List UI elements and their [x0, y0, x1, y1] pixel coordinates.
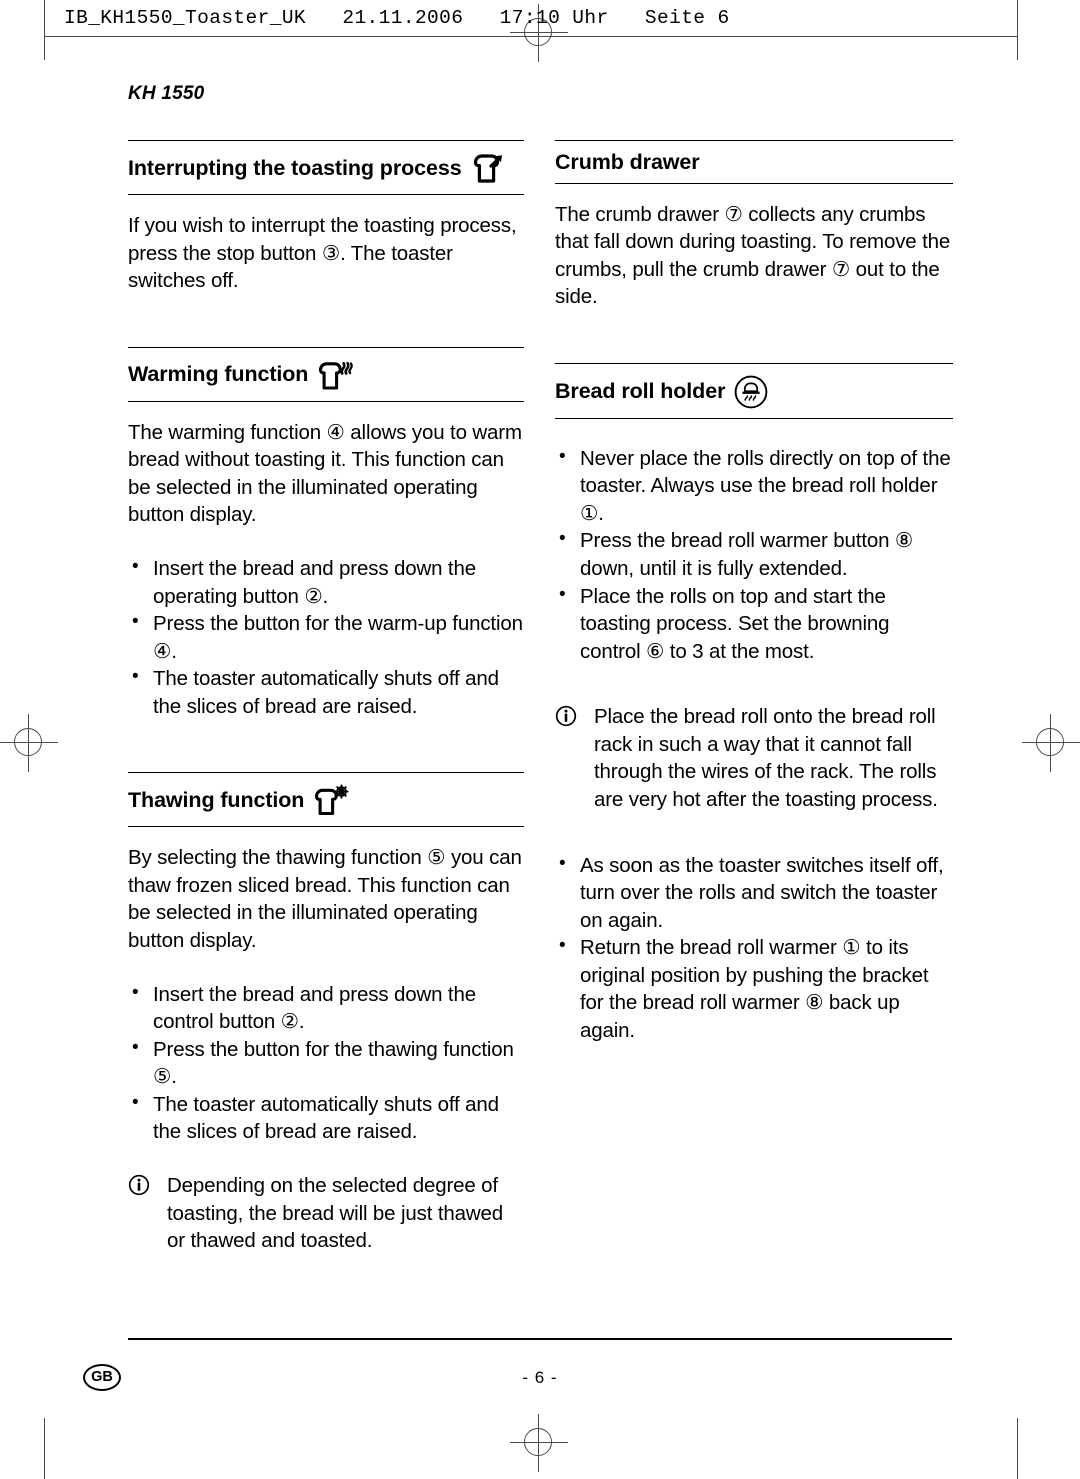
language-badge: GB: [83, 1363, 121, 1391]
left-column: Interrupting the toasting process If you…: [128, 140, 524, 1255]
section-heading-label: Interrupting the toasting process: [128, 155, 462, 180]
bullet-list: Insert the bread and press down the cont…: [128, 980, 524, 1146]
bread-roll-warmer-icon: [734, 375, 768, 409]
page-sheet: KH 1550 Interrupting the toasting proces…: [0, 0, 1080, 1479]
bullet-list-after-note: As soon as the toaster switches itself o…: [555, 851, 953, 1045]
info-icon: [128, 1174, 150, 1196]
section-heading-label: Crumb drawer: [555, 150, 700, 174]
list-item: Insert the bread and press down the oper…: [128, 554, 524, 610]
list-item: The toaster automatically shuts off and …: [128, 1090, 524, 1146]
model-number: KH 1550: [128, 83, 205, 104]
section-heading: Interrupting the toasting process: [128, 140, 524, 195]
section-heading-label: Warming function: [128, 362, 309, 387]
section-crumb-drawer: Crumb drawer The crumb drawer ⑦ collects…: [555, 140, 953, 311]
bullet-list: Insert the bread and press down the oper…: [128, 554, 524, 720]
info-icon: [555, 705, 577, 727]
list-item: The toaster automatically shuts off and …: [128, 664, 524, 720]
list-item: Place the rolls on top and start the toa…: [555, 582, 953, 666]
footer-row: GB - 6 -: [83, 1340, 952, 1394]
section-bread-roll-holder: Bread roll holder Never p: [555, 362, 953, 1045]
info-note-text: Depending on the selected degree of toas…: [167, 1173, 504, 1253]
section-heading: Bread roll holder: [555, 362, 953, 419]
section-paragraph: The warming function ④ allows you to war…: [128, 420, 522, 527]
info-note-text: Place the bread roll onto the bread roll…: [594, 705, 938, 811]
list-item: Return the bread roll warmer ① to its or…: [555, 933, 953, 1044]
right-column: Crumb drawer The crumb drawer ⑦ collects…: [555, 140, 953, 1255]
section-paragraph: The crumb drawer ⑦ collects any crumbs t…: [555, 202, 951, 309]
list-item: Never place the rolls directly on top of…: [555, 444, 953, 528]
list-item: Insert the bread and press down the cont…: [128, 980, 524, 1036]
list-item: Press the button for the thawing functio…: [128, 1035, 524, 1091]
info-note: Place the bread roll onto the bread roll…: [555, 703, 953, 813]
list-item: As soon as the toaster switches itself o…: [555, 851, 953, 935]
section-heading: Thawing function: [128, 772, 524, 828]
page-number: - 6 -: [522, 1367, 558, 1387]
bread-slice-eject-icon: [471, 152, 505, 185]
section-paragraph: If you wish to interrupt the toasting pr…: [128, 214, 517, 293]
list-item: Press the bread roll warmer button ⑧ dow…: [555, 526, 953, 582]
bullet-list: Never place the rolls directly on top of…: [555, 444, 953, 666]
info-note: Depending on the selected degree of toas…: [128, 1172, 524, 1255]
section-heading-label: Thawing function: [128, 788, 305, 813]
section-paragraph: By selecting the thawing function ⑤ you …: [128, 846, 522, 952]
two-column-body: Interrupting the toasting process If you…: [0, 140, 1080, 1255]
section-interrupting-the-toasting-process: Interrupting the toasting process If you…: [128, 140, 524, 295]
section-thawing-function: Thawing function By selecting the thawin…: [128, 772, 524, 1254]
section-heading: Warming function: [128, 346, 524, 402]
page-footer: GB - 6 -: [83, 1338, 952, 1394]
bread-slice-snowflake-icon: [313, 784, 349, 817]
section-warming-function: Warming function The warming function ④ …: [128, 346, 524, 721]
section-heading-label: Bread roll holder: [555, 379, 726, 403]
bread-slice-heat-icon: [317, 359, 354, 392]
list-item: Press the button for the warm-up functio…: [128, 609, 524, 665]
section-heading: Crumb drawer: [555, 140, 953, 184]
